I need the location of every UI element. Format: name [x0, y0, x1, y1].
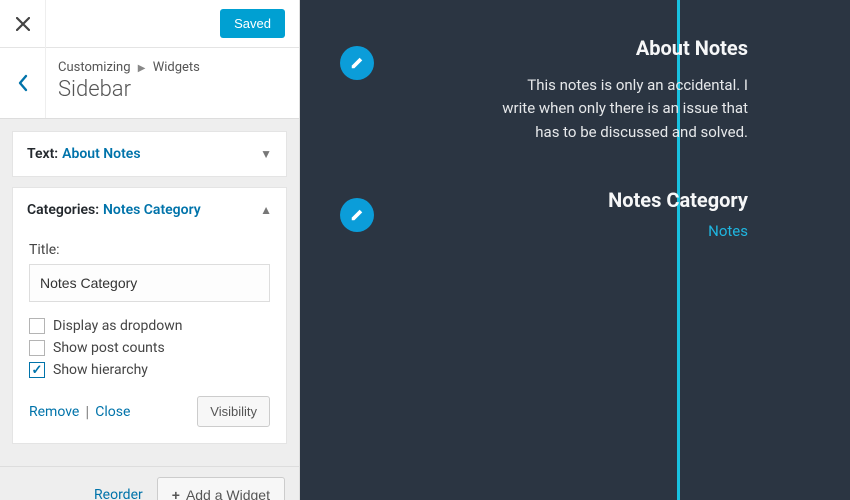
preview-category-link[interactable]: Notes — [340, 222, 810, 240]
preview-widget-about: About Notes This notes is only an accide… — [340, 36, 810, 144]
reorder-link[interactable]: Reorder — [94, 487, 143, 500]
remove-link[interactable]: Remove — [29, 404, 79, 420]
checkbox-dropdown[interactable] — [29, 318, 45, 334]
close-link[interactable]: Close — [95, 404, 130, 420]
visibility-button[interactable]: Visibility — [197, 396, 270, 427]
checkbox-counts[interactable] — [29, 340, 45, 356]
breadcrumb-sep-icon: ▶ — [138, 63, 146, 74]
edit-widget-category-button[interactable] — [340, 198, 374, 232]
action-sep: | — [85, 402, 89, 421]
widget-name-label: About Notes — [62, 146, 140, 162]
back-button[interactable] — [0, 48, 46, 118]
breadcrumb-parent: Customizing — [58, 60, 131, 75]
widget-categories-body: Title: Display as dropdown Show post cou… — [13, 242, 286, 443]
title-field-label: Title: — [29, 242, 270, 258]
widget-type-label: Categories: — [27, 202, 99, 218]
widget-categories: Categories: Notes Category ▲ Title: Disp… — [12, 187, 287, 444]
pencil-icon — [350, 208, 364, 222]
add-widget-label: Add a Widget — [186, 487, 270, 500]
widget-list: Text: About Notes ▼ Categories: Notes Ca… — [0, 119, 299, 466]
checkbox-dropdown-row[interactable]: Display as dropdown — [29, 318, 270, 334]
preview-about-title: About Notes — [340, 36, 810, 60]
checkbox-hierarchy-row[interactable]: Show hierarchy — [29, 362, 270, 378]
chevron-up-icon: ▲ — [260, 203, 272, 217]
preview-widget-category: Notes Category Notes — [340, 188, 810, 240]
panel-header: Customizing ▶ Widgets Sidebar — [0, 48, 299, 119]
widget-text: Text: About Notes ▼ — [12, 131, 287, 177]
breadcrumb: Customizing ▶ Widgets — [58, 60, 200, 75]
widget-name-label: Notes Category — [103, 202, 201, 218]
widget-text-header[interactable]: Text: About Notes ▼ — [13, 132, 286, 176]
widget-footer: Reorder + Add a Widget — [0, 466, 299, 500]
edit-widget-about-button[interactable] — [340, 46, 374, 80]
breadcrumb-child: Widgets — [153, 60, 200, 75]
close-icon — [16, 17, 30, 31]
title-input[interactable] — [29, 264, 270, 302]
pencil-icon — [350, 56, 364, 70]
checkbox-hierarchy[interactable] — [29, 362, 45, 378]
preview-category-title: Notes Category — [340, 188, 810, 212]
saved-button[interactable]: Saved — [220, 9, 285, 38]
chevron-down-icon: ▼ — [260, 147, 272, 161]
panel-topbar: Saved — [0, 0, 299, 48]
customizer-panel: Saved Customizing ▶ Widgets Sidebar Text… — [0, 0, 300, 500]
plus-icon: + — [172, 487, 180, 500]
checkbox-counts-row[interactable]: Show post counts — [29, 340, 270, 356]
section-title: Sidebar — [58, 77, 200, 102]
widget-categories-header[interactable]: Categories: Notes Category ▲ — [13, 188, 286, 232]
preview-about-body: This notes is only an accidental. I writ… — [500, 74, 810, 144]
close-button[interactable] — [0, 0, 46, 48]
checkbox-counts-label: Show post counts — [53, 340, 165, 356]
checkbox-dropdown-label: Display as dropdown — [53, 318, 183, 334]
add-widget-button[interactable]: + Add a Widget — [157, 477, 285, 500]
preview-pane: About Notes This notes is only an accide… — [300, 0, 850, 500]
widget-type-label: Text: — [27, 146, 58, 162]
checkbox-hierarchy-label: Show hierarchy — [53, 362, 148, 378]
chevron-left-icon — [17, 74, 29, 92]
